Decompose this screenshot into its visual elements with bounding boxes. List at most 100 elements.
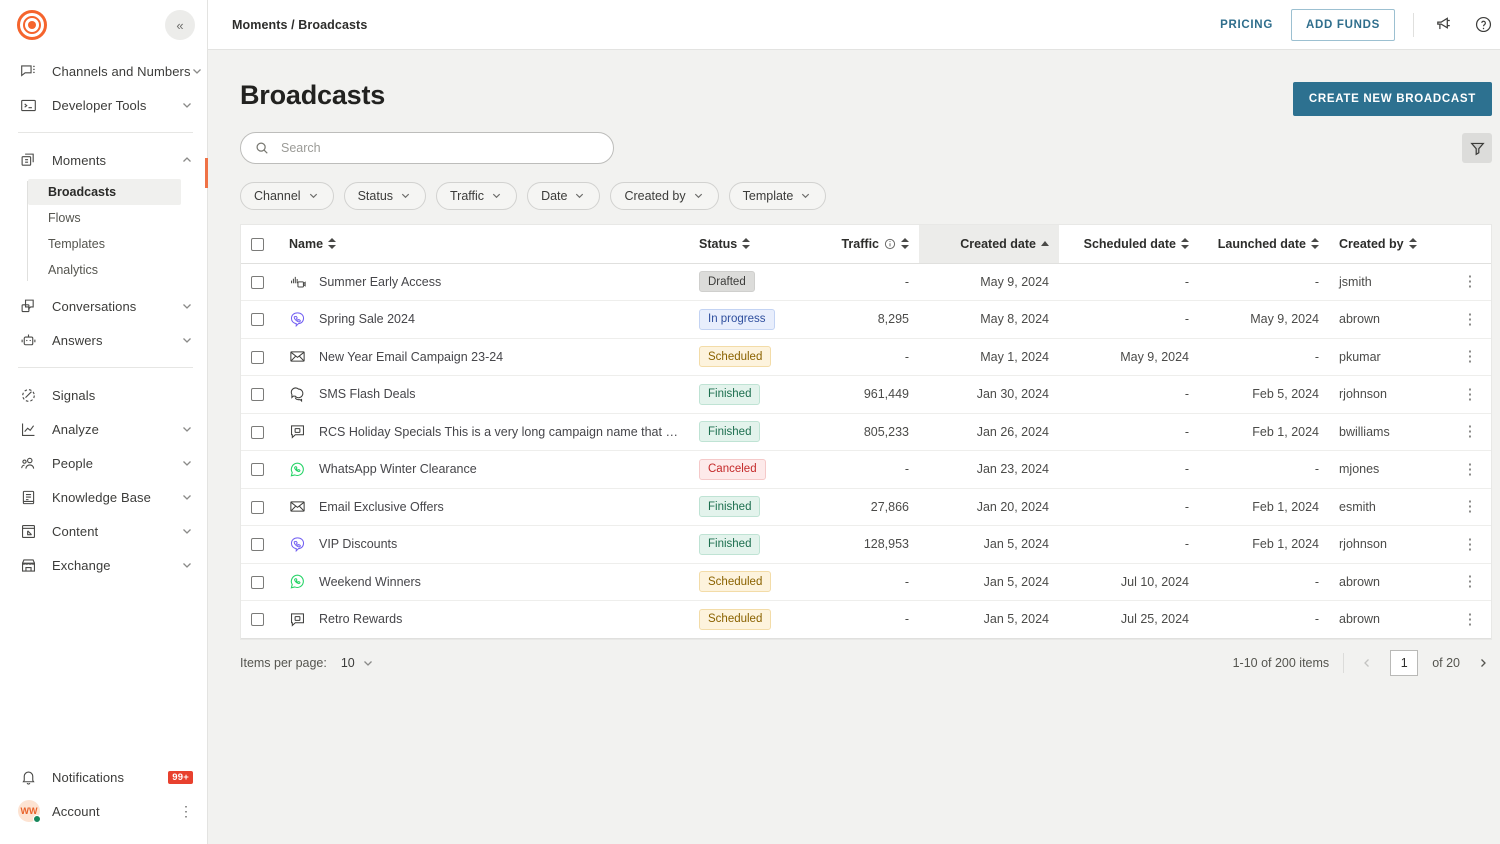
cell-created-date: Jan 5, 2024: [919, 563, 1059, 601]
row-select-cell: [241, 263, 279, 301]
table-header: Name Status Traffic Created date Schedul…: [241, 225, 1491, 264]
row-checkbox[interactable]: [251, 388, 264, 402]
create-new-broadcast-button[interactable]: CREATE NEW BROADCAST: [1292, 82, 1492, 116]
row-more-actions-icon[interactable]: ⋮: [1459, 612, 1481, 627]
sidebar-item-moments[interactable]: Moments: [0, 143, 207, 177]
status-badge: Canceled: [699, 458, 766, 480]
filter-chip-created-by[interactable]: Created by: [610, 182, 719, 210]
broadcast-name: VIP Discounts: [319, 537, 398, 552]
filter-chip-traffic[interactable]: Traffic: [436, 182, 518, 210]
page-number-input[interactable]: [1390, 649, 1419, 676]
sidebar-item-account[interactable]: WW Account ⋮: [18, 794, 193, 828]
column-header-launched-date[interactable]: Launched date: [1199, 225, 1329, 264]
sidebar-item-analyze[interactable]: Analyze: [0, 412, 207, 446]
sidebar-footer: Notifications 99+ WW Account ⋮: [0, 760, 207, 844]
cell-launched-date: -: [1199, 450, 1329, 489]
column-header-traffic[interactable]: Traffic: [809, 225, 919, 264]
column-label: Name: [289, 236, 324, 251]
table-row[interactable]: Summer Early Access Drafted - May 9, 2024- -…: [241, 263, 1491, 301]
total-pages-label: of 20: [1432, 655, 1460, 670]
sidebar-item-signals[interactable]: Signals: [0, 378, 207, 412]
add-funds-button[interactable]: ADD FUNDS: [1290, 8, 1395, 41]
previous-page-button[interactable]: [1358, 654, 1376, 672]
sidebar-item-notifications[interactable]: Notifications 99+: [18, 760, 193, 794]
row-more-actions-icon[interactable]: ⋮: [1459, 574, 1481, 589]
sidebar-item-answers[interactable]: Answers: [0, 323, 207, 357]
infobip-logo-icon[interactable]: [17, 10, 47, 40]
chevron-down-icon: [191, 65, 203, 77]
chevron-down-icon: [400, 190, 412, 202]
row-checkbox[interactable]: [251, 538, 264, 552]
pricing-link[interactable]: PRICING: [1220, 19, 1273, 31]
info-icon[interactable]: [884, 238, 896, 250]
sidebar-item-flows[interactable]: Flows: [28, 205, 181, 231]
sidebar-item-analytics[interactable]: Analytics: [28, 257, 181, 283]
column-header-status[interactable]: Status: [689, 225, 809, 264]
sidebar-subitem-label: Analytics: [48, 263, 99, 277]
sidebar-item-people[interactable]: People: [0, 446, 207, 480]
table-row[interactable]: Spring Sale 2024 In progress 8,295 May 8, 2…: [241, 300, 1491, 339]
column-header-created-by[interactable]: Created by: [1329, 225, 1449, 264]
row-checkbox[interactable]: [251, 575, 264, 589]
filter-chip-date[interactable]: Date: [527, 182, 601, 210]
column-header-name[interactable]: Name: [279, 225, 689, 264]
search-input[interactable]: [279, 140, 599, 156]
sidebar-item-knowledge-base[interactable]: Knowledge Base: [0, 480, 207, 514]
account-more-icon[interactable]: ⋮: [179, 804, 193, 818]
table-row[interactable]: VIP Discounts Finished 128,953 Jan 5, 2024-…: [241, 525, 1491, 564]
sidebar-item-channels-and-numbers[interactable]: Channels and Numbers: [0, 54, 207, 88]
sidebar-item-developer-tools[interactable]: Developer Tools: [0, 88, 207, 122]
table-row[interactable]: New Year Email Campaign 23-24 Scheduled - M…: [241, 338, 1491, 376]
row-more-actions-icon[interactable]: ⋮: [1459, 537, 1481, 552]
row-select-cell: [241, 563, 279, 601]
filter-chip-template[interactable]: Template: [728, 182, 827, 210]
table-row[interactable]: SMS Flash Deals Finished 961,449 Jan 30, 20…: [241, 375, 1491, 414]
help-circle-icon[interactable]: [1472, 14, 1494, 36]
row-more-actions-icon[interactable]: ⋮: [1459, 424, 1481, 439]
sidebar-item-conversations[interactable]: Conversations: [0, 289, 207, 323]
funnel-filter-icon[interactable]: [1462, 133, 1492, 163]
sidebar-item-broadcasts[interactable]: Broadcasts: [28, 179, 181, 205]
table-row[interactable]: Retro Rewards Scheduled - Jan 5, 2024 Jul 25…: [241, 600, 1491, 639]
column-header-scheduled-date[interactable]: Scheduled date: [1059, 225, 1199, 264]
megaphone-icon[interactable]: [1432, 14, 1454, 36]
search-box[interactable]: [240, 132, 614, 164]
collapse-sidebar-button[interactable]: «: [165, 10, 195, 40]
row-checkbox[interactable]: [251, 613, 264, 627]
page-title: Broadcasts: [240, 80, 386, 110]
row-more-actions-icon[interactable]: ⋮: [1459, 499, 1481, 514]
table-row[interactable]: WhatsApp Winter Clearance Canceled - Jan 23…: [241, 450, 1491, 489]
sidebar-item-exchange[interactable]: Exchange: [0, 548, 207, 582]
sidebar-item-content[interactable]: Content: [0, 514, 207, 548]
row-more-actions-icon[interactable]: ⋮: [1459, 462, 1481, 477]
cell-traffic: -: [809, 338, 919, 376]
table-row[interactable]: RCS Holiday Specials This is a very long…: [241, 413, 1491, 451]
select-all-checkbox[interactable]: [251, 237, 264, 251]
row-checkbox[interactable]: [251, 350, 264, 364]
table-row[interactable]: Email Exclusive Offers Finished 27,866 Jan …: [241, 488, 1491, 526]
row-checkbox[interactable]: [251, 275, 264, 289]
filter-chip-channel[interactable]: Channel: [240, 182, 334, 210]
items-per-page[interactable]: Items per page: 10: [240, 656, 374, 670]
cell-actions: ⋮: [1449, 450, 1491, 489]
row-checkbox[interactable]: [251, 425, 264, 439]
row-more-actions-icon[interactable]: ⋮: [1459, 274, 1481, 289]
cell-name: Retro Rewards: [279, 600, 689, 639]
row-more-actions-icon[interactable]: ⋮: [1459, 312, 1481, 327]
sidebar-item-templates[interactable]: Templates: [28, 231, 181, 257]
cell-launched-date: -: [1199, 263, 1329, 301]
row-more-actions-icon[interactable]: ⋮: [1459, 387, 1481, 402]
table-row[interactable]: Weekend Winners Scheduled - Jan 5, 2024 Jul …: [241, 563, 1491, 601]
chevron-down-icon: [181, 99, 193, 111]
row-checkbox[interactable]: [251, 463, 264, 477]
cell-created-date: May 8, 2024: [919, 300, 1059, 339]
broadcast-name: SMS Flash Deals: [319, 387, 416, 402]
cell-scheduled-date: -: [1059, 413, 1199, 451]
column-header-created-date[interactable]: Created date: [919, 225, 1059, 264]
row-checkbox[interactable]: [251, 313, 264, 327]
filter-chip-status[interactable]: Status: [343, 182, 427, 210]
top-bar-actions: PRICING ADD FUNDS: [1220, 8, 1494, 41]
row-more-actions-icon[interactable]: ⋮: [1459, 349, 1481, 364]
next-page-button[interactable]: [1474, 654, 1492, 672]
row-checkbox[interactable]: [251, 500, 264, 514]
